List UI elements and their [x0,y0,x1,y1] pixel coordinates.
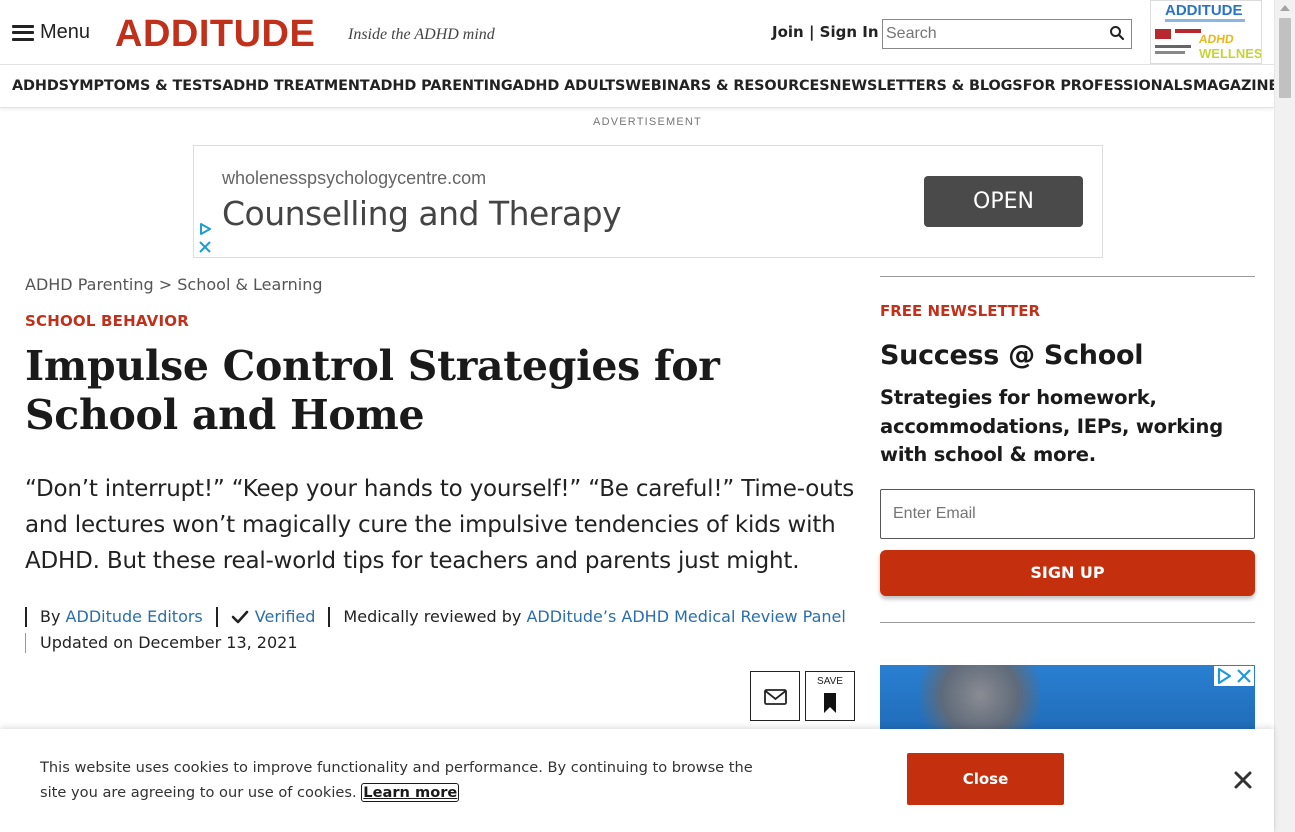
ad-domain: wholenesspsychologycentre.com [222,168,487,188]
verified-link[interactable]: Verified [255,607,316,626]
byline-divider [25,606,27,627]
magazine-cover-graphic [1155,29,1171,39]
magazine-cover-text-line [1155,45,1191,48]
save-label: SAVE [817,676,843,687]
nav-item-adhd-adults[interactable]: ADHD ADULTS [513,78,626,94]
nav-item-magazine[interactable]: MAGAZINE [1193,78,1278,94]
nav-item-symptoms-tests[interactable]: SYMPTOMS & TESTS [59,78,223,94]
close-icon[interactable] [1233,770,1253,790]
learn-more-link[interactable]: Learn more [361,783,460,802]
site-header: Menu ADDITUDE Inside the ADHD mind Join … [0,0,1274,64]
article-dek: “Don’t interrupt!” “Keep your hands to y… [25,476,855,574]
newsletter-email-field [880,489,1255,539]
reviewed-prefix: Medically reviewed by [343,607,522,626]
adchoices-icon[interactable] [1214,666,1234,686]
email-share-button[interactable] [750,671,800,721]
magazine-cover-graphic [1175,29,1201,33]
breadcrumb: ADHD Parenting > School & Learning [25,275,323,294]
menu-button[interactable]: Menu [12,21,90,44]
magazine-cover-subtitle-bar [1165,19,1245,22]
envelope-icon [764,689,787,705]
nav-item-adhd[interactable]: ADHD [12,78,59,94]
adchoices-icon[interactable] [198,222,212,236]
reviewer-link[interactable]: ADDitude’s ADHD Medical Review Panel [526,607,845,626]
newsletter-title: Success @ School [880,340,1144,371]
byline-divider [328,606,331,627]
updated-date: Updated on December 13, 2021 [40,633,298,652]
magazine-cover-title: ADDITUDE [1165,2,1243,19]
magazine-cover-text-line [1155,51,1185,54]
magazine-cover-thumbnail[interactable]: ADDITUDE ADHD WELLNESS [1150,0,1262,64]
cookie-close-button[interactable]: Close [907,753,1064,805]
ad-close-icon[interactable] [1234,666,1254,686]
email-input[interactable] [881,490,1254,538]
search-input[interactable] [883,20,1103,48]
ad-banner[interactable]: wholenesspsychologycentre.com Counsellin… [193,145,1103,258]
ad-headline: Counselling and Therapy [222,194,622,233]
join-link[interactable]: Join [772,23,804,41]
ad-close-icon[interactable] [198,240,212,254]
nav-item-newsletters-blogs[interactable]: NEWSLETTERS & BLOGS [830,78,1023,94]
menu-label: Menu [40,21,91,43]
nav-item-adhd-parenting[interactable]: ADHD PARENTING [370,78,513,94]
author-link[interactable]: ADDitude Editors [66,607,203,626]
nav-item-for-professionals[interactable]: FOR PROFESSIONALS [1023,78,1193,94]
site-tagline: Inside the ADHD mind [348,26,495,43]
scrollbar-thumb[interactable] [1279,18,1291,98]
cookie-message: This website uses cookies to improve fun… [40,755,780,805]
breadcrumb-item[interactable]: School & Learning [177,275,322,294]
nav-item-adhd-treatment[interactable]: ADHD TREATMENT [222,78,369,94]
byline-divider [215,606,218,627]
search-icon[interactable] [1109,25,1125,41]
ad-open-button[interactable]: OPEN [924,176,1083,227]
sign-up-button[interactable]: SIGN UP [880,550,1255,596]
auth-links: Join | Sign In [772,23,879,41]
sidebar-divider [880,622,1255,623]
auth-separator: | [808,23,820,41]
sidebar-ad-image [920,665,1040,735]
article-byline: By ADDitude Editors Verified Medically r… [25,605,846,654]
bookmark-icon [824,693,836,713]
site-logo[interactable]: ADDITUDE [115,12,315,56]
magazine-cover-badge: ADHD [1198,32,1235,46]
nav-item-webinars-resources[interactable]: WEBINARS & RESOURCES [625,78,829,94]
scroll-up-arrow-icon[interactable] [1280,5,1290,11]
magazine-cover-badge: WELLNESS [1199,46,1262,61]
main-nav: ADHD SYMPTOMS & TESTS ADHD TREATMENT ADH… [0,64,1278,108]
article-title: Impulse Control Strategies for School an… [25,342,720,439]
sidebar-ad[interactable] [880,665,1255,735]
cookie-banner: This website uses cookies to improve fun… [0,729,1274,832]
advertisement-label: ADVERTISEMENT [593,116,702,128]
search-box [882,19,1132,49]
article-category[interactable]: SCHOOL BEHAVIOR [25,312,189,330]
hamburger-icon [12,24,34,41]
breadcrumb-item[interactable]: ADHD Parenting [25,275,154,294]
save-button[interactable]: SAVE [805,671,855,721]
newsletter-description: Strategies for homework, accommodations,… [880,386,1223,466]
newsletter-label: FREE NEWSLETTER [880,302,1041,320]
checkmark-icon [231,610,249,623]
byline-divider [25,632,26,653]
sidebar-divider [880,276,1255,277]
breadcrumb-separator: > [158,275,173,294]
byline-prefix: By [40,607,61,626]
sign-in-link[interactable]: Sign In [820,23,879,41]
